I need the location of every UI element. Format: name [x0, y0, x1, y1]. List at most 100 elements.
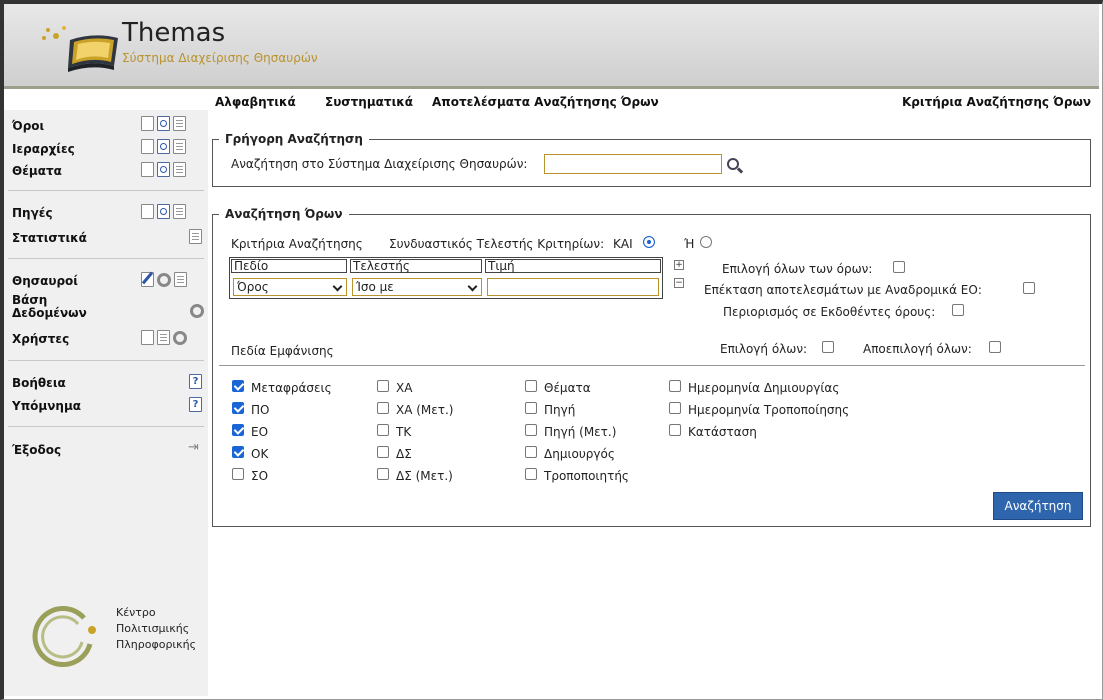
field-topics-checkbox[interactable] — [525, 380, 537, 392]
sidebar-item-thesauri[interactable]: Θησαυροί — [12, 275, 78, 288]
field-source-checkbox[interactable] — [525, 402, 537, 414]
list-doc-icon[interactable] — [173, 139, 186, 154]
chevron-down-icon — [332, 281, 343, 292]
sidebar-item-topics[interactable]: Θέματα — [12, 165, 62, 178]
exit-icon[interactable]: ⇥ — [188, 440, 204, 455]
field-modified-date-label: Ημερομηνία Τροποποίησης — [688, 403, 850, 417]
gear-icon[interactable] — [173, 331, 187, 345]
new-doc-icon[interactable] — [141, 116, 154, 131]
field-xa-label: ΧΑ — [396, 381, 413, 395]
sidebar-item-database[interactable]: Βάση Δεδομένων — [12, 294, 102, 320]
new-doc-icon[interactable] — [141, 162, 154, 177]
list-doc-icon[interactable] — [157, 330, 170, 345]
field-ds-trans-checkbox[interactable] — [377, 468, 389, 480]
gear-icon[interactable] — [190, 304, 204, 318]
list-doc-icon[interactable] — [173, 204, 186, 219]
search-doc-icon[interactable] — [157, 139, 170, 154]
gear-icon[interactable] — [157, 273, 171, 287]
operator-label: Συνδυαστικός Τελεστής Κριτηρίων: — [389, 237, 605, 251]
field-ok-checkbox[interactable] — [232, 446, 244, 458]
sidebar-item-hierarchies[interactable]: Ιεραρχίες — [12, 143, 75, 156]
field-so-checkbox[interactable] — [232, 468, 244, 480]
list-doc-icon[interactable] — [173, 162, 186, 177]
sidebar-item-exit[interactable]: Έξοδος — [12, 444, 61, 457]
search-doc-icon[interactable] — [157, 116, 170, 131]
help-icon[interactable]: ? — [189, 374, 202, 389]
org-name: Κέντρο Πολιτισμικής Πληροφορικής — [116, 606, 197, 651]
field-creator-checkbox[interactable] — [525, 446, 537, 458]
operator-and-radio[interactable] — [643, 236, 655, 248]
tab-systematic[interactable]: Συστηματικά — [325, 95, 413, 109]
org-logo-icon — [32, 606, 96, 667]
search-button[interactable]: Αναζήτηση — [993, 492, 1083, 520]
field-ds-checkbox[interactable] — [377, 446, 389, 458]
field-modifier-label: Τροποποιητής — [544, 469, 629, 483]
add-row-icon[interactable]: + — [674, 260, 684, 270]
deselect-all-checkbox[interactable] — [989, 341, 1001, 353]
option-published-only-checkbox[interactable] — [952, 304, 964, 316]
field-xa-trans-checkbox[interactable] — [377, 402, 389, 414]
option-select-all-terms-checkbox[interactable] — [893, 261, 905, 273]
remove-row-icon[interactable]: − — [674, 278, 684, 288]
display-fields-label: Πεδία Εμφάνισης — [231, 344, 334, 358]
field-tk-label: ΤΚ — [396, 425, 412, 439]
sidebar-item-sources[interactable]: Πηγές — [12, 207, 53, 220]
field-eo-checkbox[interactable] — [232, 424, 244, 436]
search-icon[interactable] — [727, 158, 739, 170]
chevron-down-icon — [467, 281, 478, 292]
list-doc-icon[interactable] — [189, 229, 202, 244]
grid-header-field: Πεδίο — [231, 259, 347, 273]
new-doc-icon[interactable] — [141, 330, 154, 345]
field-source-trans-checkbox[interactable] — [525, 424, 537, 436]
field-so-label: ΣΟ — [251, 469, 269, 483]
field-tk-checkbox[interactable] — [377, 424, 389, 436]
field-created-date-label: Ημερομηνία Δημιουργίας — [688, 381, 840, 395]
sidebar-item-terms[interactable]: Όροι — [12, 120, 44, 133]
field-source-label: Πηγή — [544, 403, 576, 417]
grid-header-value: Τιμή — [485, 259, 661, 273]
field-status-label: Κατάσταση — [688, 425, 757, 439]
sidebar-divider — [8, 190, 204, 191]
tab-alphabetical[interactable]: Αλφαβητικά — [215, 95, 296, 109]
search-doc-icon[interactable] — [157, 204, 170, 219]
field-translations-checkbox[interactable] — [232, 380, 244, 392]
field-select[interactable]: Όρος — [233, 278, 347, 296]
new-doc-icon[interactable] — [141, 139, 154, 154]
field-creator-label: Δημιουργός — [544, 447, 615, 461]
sidebar-item-help[interactable]: Βοήθεια — [12, 377, 66, 390]
sidebar-item-legend[interactable]: Υπόμνημα — [12, 400, 81, 413]
tab-search-results[interactable]: Αποτελέσματα Αναζήτησης Όρων — [432, 95, 659, 109]
criteria-label: Κριτήρια Αναζήτησης — [231, 237, 363, 251]
sidebar-item-statistics[interactable]: Στατιστικά — [12, 232, 87, 245]
themas-logo-icon — [42, 26, 118, 72]
term-search-panel: Αναζήτηση Όρων Κριτήρια Αναζήτησης Συνδυ… — [212, 207, 1091, 527]
select-all-label: Επιλογή όλων: — [720, 342, 808, 356]
field-modified-date-checkbox[interactable] — [669, 402, 681, 414]
operator-select[interactable]: Ίσο με — [352, 278, 482, 296]
quick-search-input[interactable] — [544, 154, 722, 174]
operator-or-radio[interactable] — [700, 236, 712, 248]
value-input[interactable] — [487, 278, 659, 296]
list-doc-icon[interactable] — [173, 116, 186, 131]
field-xa-trans-label: ΧΑ (Μετ.) — [396, 403, 454, 417]
select-all-checkbox[interactable] — [822, 341, 834, 353]
field-modifier-checkbox[interactable] — [525, 468, 537, 480]
new-doc-icon[interactable] — [141, 204, 154, 219]
field-created-date-checkbox[interactable] — [669, 380, 681, 392]
grid-header-operator: Τελεστής — [350, 259, 482, 273]
quick-search-legend: Γρήγορη Αναζήτηση — [219, 132, 369, 146]
sidebar-item-users[interactable]: Χρήστες — [12, 333, 69, 346]
list-doc-icon[interactable] — [174, 272, 187, 287]
field-ds-label: ΔΣ — [396, 447, 412, 461]
help-icon[interactable]: ? — [189, 397, 202, 412]
field-status-checkbox[interactable] — [669, 424, 681, 436]
top-tabs: Αλφαβητικά Συστηματικά Αποτελέσματα Αναζ… — [215, 95, 1095, 113]
field-xa-checkbox[interactable] — [377, 380, 389, 392]
tab-search-criteria[interactable]: Κριτήρια Αναζήτησης Όρων — [902, 95, 1092, 109]
option-expand-results-checkbox[interactable] — [1023, 282, 1035, 294]
edit-icon[interactable] — [141, 272, 154, 287]
field-po-checkbox[interactable] — [232, 402, 244, 414]
search-doc-icon[interactable] — [157, 162, 170, 177]
operator-and-label: ΚΑΙ — [613, 237, 633, 251]
divider — [219, 365, 1085, 366]
